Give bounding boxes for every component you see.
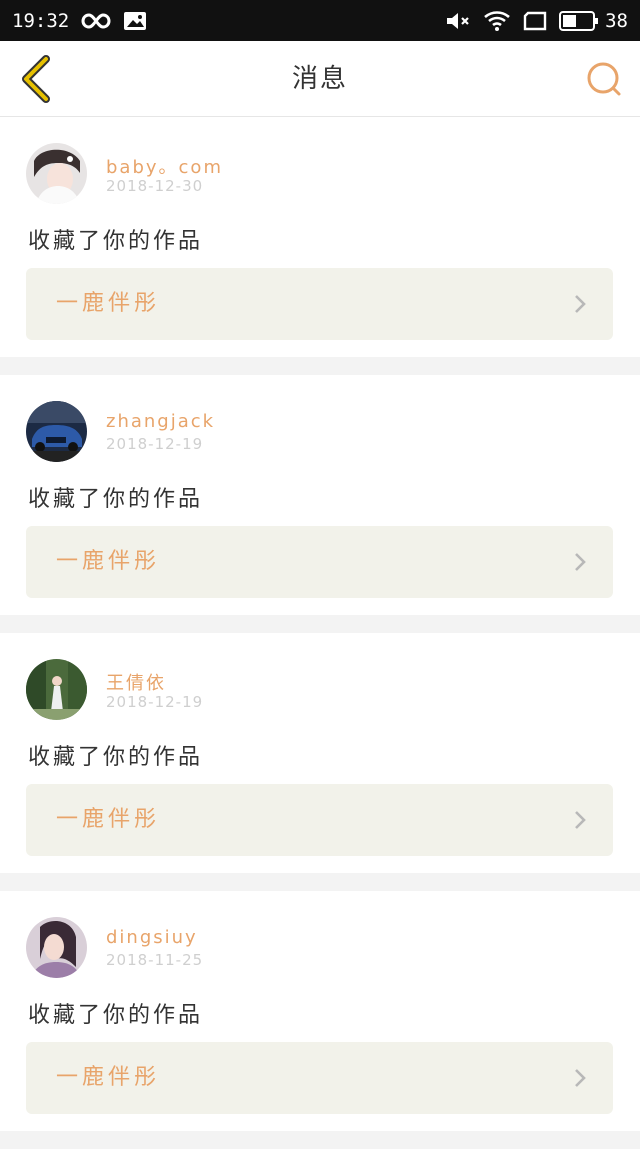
work-title: 一鹿伴彤 (56, 1065, 161, 1090)
status-time: 19:32 (12, 9, 70, 32)
username[interactable]: zhangjack (106, 411, 215, 432)
username[interactable]: 王倩依 (106, 669, 166, 695)
username[interactable]: baby。com (106, 153, 223, 179)
page-title: 消息 (291, 64, 348, 94)
image-icon (123, 11, 147, 31)
username[interactable]: dingsiuy (106, 927, 198, 948)
chevron-right-icon (575, 295, 586, 313)
chevron-right-icon (575, 811, 586, 829)
work-title: 一鹿伴彤 (56, 807, 161, 832)
work-link[interactable]: 一鹿伴彤 (26, 1042, 613, 1114)
nav-bar: 消息 (0, 41, 640, 117)
infinity-icon (81, 12, 111, 30)
message-action: 收藏了你的作品 (28, 745, 204, 770)
message-card: 王倩依 2018-12-19 收藏了你的作品 一鹿伴彤 (0, 633, 640, 873)
message-card: baby。com 2018-12-30 收藏了你的作品 一鹿伴彤 (0, 117, 640, 357)
message-date: 2018-11-25 (106, 951, 204, 969)
avatar[interactable] (26, 917, 87, 978)
search-icon (587, 62, 621, 96)
status-left: 19:32 (12, 10, 147, 32)
chevron-right-icon (575, 553, 586, 571)
chevron-right-icon (575, 1069, 586, 1087)
battery-icon (559, 10, 599, 32)
avatar[interactable] (26, 659, 87, 720)
message-date: 2018-12-19 (106, 693, 204, 711)
wifi-icon (483, 9, 511, 33)
message-date: 2018-12-30 (106, 177, 204, 195)
message-date: 2018-12-19 (106, 435, 204, 453)
battery-indicator: 38 (559, 10, 628, 32)
message-card: zhangjack 2018-12-19 收藏了你的作品 一鹿伴彤 (0, 375, 640, 615)
work-link[interactable]: 一鹿伴彤 (26, 784, 613, 856)
message-list: baby。com 2018-12-30 收藏了你的作品 一鹿伴彤 zhangja… (0, 117, 640, 1149)
battery-level: 38 (605, 9, 628, 32)
work-title: 一鹿伴彤 (56, 549, 161, 574)
message-card: dingsiuy 2018-11-25 收藏了你的作品 一鹿伴彤 (0, 891, 640, 1131)
message-action: 收藏了你的作品 (28, 1003, 204, 1028)
status-bar: 19:32 38 (0, 0, 640, 41)
search-button[interactable] (584, 59, 624, 99)
avatar[interactable] (26, 401, 87, 462)
mute-icon (445, 10, 471, 32)
work-link[interactable]: 一鹿伴彤 (26, 268, 613, 340)
message-action: 收藏了你的作品 (28, 229, 204, 254)
work-link[interactable]: 一鹿伴彤 (26, 526, 613, 598)
message-action: 收藏了你的作品 (28, 487, 204, 512)
status-right: 38 (445, 9, 628, 33)
screen-icon (523, 11, 547, 31)
avatar[interactable] (26, 143, 87, 204)
work-title: 一鹿伴彤 (56, 291, 161, 316)
